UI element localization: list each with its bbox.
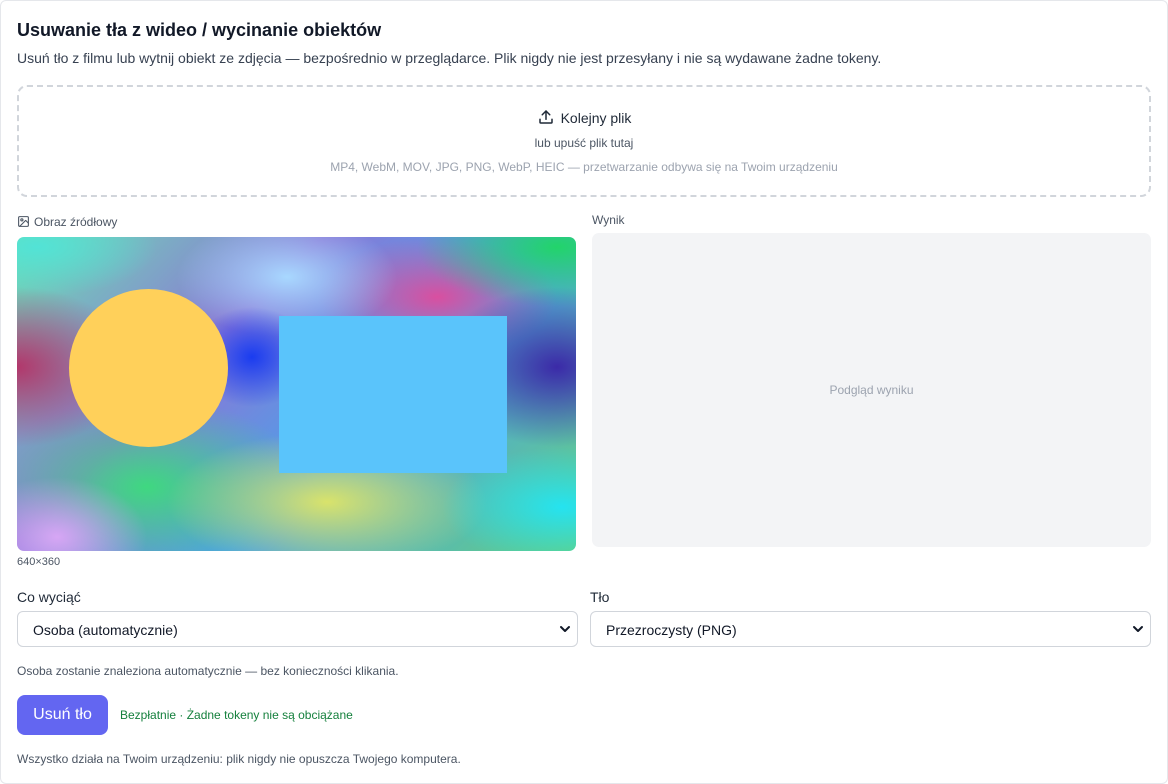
auto-detect-hint: Osoba zostanie znaleziona automatycznie … [17, 664, 399, 678]
chevron-down-icon [560, 626, 570, 632]
cut-target-label: Co wyciąć [17, 589, 81, 605]
choose-file-button[interactable]: Kolejny plik [19, 108, 1149, 126]
background-select[interactable]: Przezroczysty (PNG) [590, 611, 1151, 647]
result-label: Wynik [592, 213, 625, 227]
page-subtitle: Usuń tło z filmu lub wytnij obiekt ze zd… [17, 50, 882, 66]
supported-formats: MP4, WebM, MOV, JPG, PNG, WebP, HEIC — p… [330, 160, 838, 174]
source-label: Obraz źródłowy [17, 215, 117, 229]
chevron-down-icon [1133, 626, 1143, 632]
page-title: Usuwanie tła z wideo / wycinanie obiektó… [17, 20, 382, 40]
source-label-text: Obraz źródłowy [34, 215, 118, 229]
file-dropzone[interactable]: Kolejny plik lub upuść plik tutaj MP4, W… [17, 85, 1151, 197]
privacy-note: Wszystko działa na Twoim urządzeniu: pli… [17, 752, 461, 766]
yellow-circle-shape [69, 289, 228, 447]
drop-hint: lub upuść plik tutaj [534, 136, 634, 150]
result-placeholder: Podgląd wyniku [829, 383, 914, 397]
background-label: Tło [590, 589, 610, 605]
background-value: Przezroczysty (PNG) [606, 622, 737, 638]
choose-file-label: Kolejny plik [560, 110, 632, 126]
upload-icon [538, 110, 553, 124]
remove-background-button[interactable]: Usuń tło [17, 695, 108, 735]
result-preview: Podgląd wyniku [592, 233, 1151, 547]
cut-target-value: Osoba (automatycznie) [33, 622, 178, 638]
image-icon [18, 216, 29, 227]
blue-rectangle-shape [279, 316, 507, 473]
cut-target-select[interactable]: Osoba (automatycznie) [17, 611, 578, 647]
source-dimensions: 640×360 [17, 556, 61, 568]
source-image [17, 237, 576, 551]
free-note: Bezpłatnie · Żadne tokeny nie są obciąża… [120, 708, 353, 722]
